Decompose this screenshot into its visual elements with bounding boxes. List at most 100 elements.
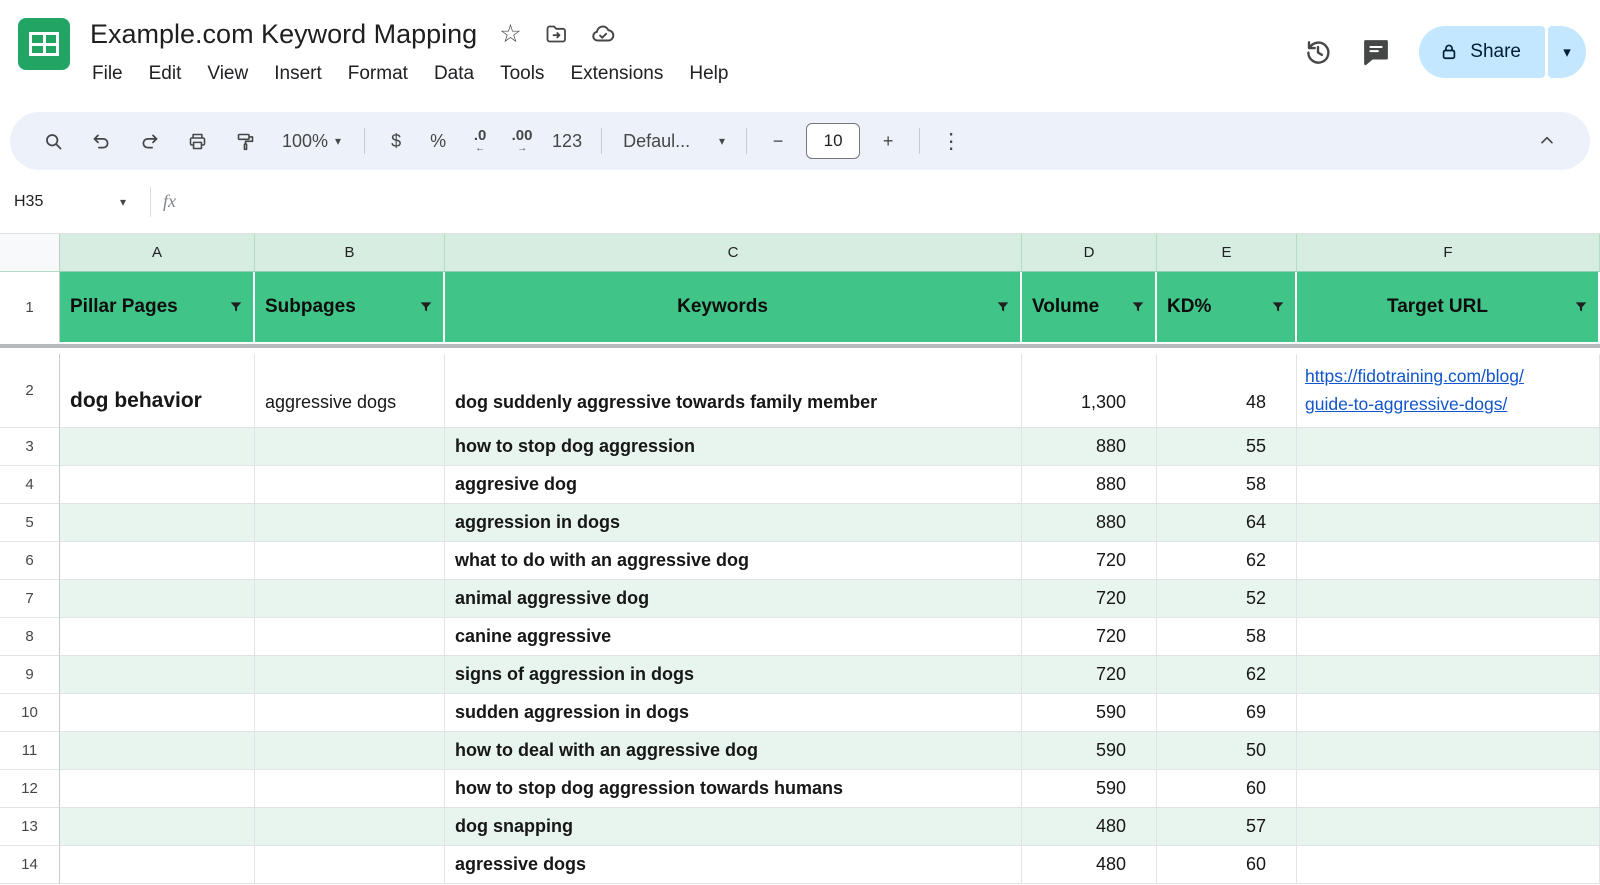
cell-target-url[interactable] xyxy=(1297,732,1600,770)
move-folder-icon[interactable] xyxy=(544,22,568,46)
cell-target-url[interactable] xyxy=(1297,808,1600,846)
row-number[interactable]: 13 xyxy=(0,808,60,846)
filter-header-keywords[interactable]: Keywords xyxy=(445,272,1022,342)
cell-pillar-pages[interactable] xyxy=(60,694,255,732)
cell-subpages[interactable] xyxy=(255,580,445,618)
cell-target-url[interactable] xyxy=(1297,580,1600,618)
filter-header-subpages[interactable]: Subpages xyxy=(255,272,445,342)
filter-icon[interactable] xyxy=(1573,299,1589,315)
cell-subpages[interactable] xyxy=(255,542,445,580)
cell-pillar-pages[interactable] xyxy=(60,466,255,504)
increase-decimal-button[interactable]: .00 → xyxy=(502,119,542,163)
cell-target-url[interactable] xyxy=(1297,618,1600,656)
cell-keyword[interactable]: aggression in dogs xyxy=(445,504,1022,542)
decrease-font-size-button[interactable]: − xyxy=(758,119,798,163)
cell-pillar-pages[interactable] xyxy=(60,428,255,466)
cell-pillar-pages[interactable] xyxy=(60,504,255,542)
cell-subpages[interactable] xyxy=(255,428,445,466)
menu-extensions[interactable]: Extensions xyxy=(557,60,676,88)
cell-kd[interactable]: 57 xyxy=(1157,808,1297,846)
cell-target-url[interactable] xyxy=(1297,466,1600,504)
collapse-toolbar-icon[interactable] xyxy=(1524,119,1570,163)
cloud-saved-icon[interactable] xyxy=(590,21,616,47)
column-header-c[interactable]: C xyxy=(445,234,1022,272)
cell-pillar-pages[interactable] xyxy=(60,732,255,770)
filter-icon[interactable] xyxy=(228,299,244,315)
menu-file[interactable]: File xyxy=(90,60,136,88)
cell-volume[interactable]: 720 xyxy=(1022,618,1157,656)
filter-icon[interactable] xyxy=(418,299,434,315)
cell-volume[interactable]: 880 xyxy=(1022,504,1157,542)
row-number[interactable]: 9 xyxy=(0,656,60,694)
cell-subpages[interactable] xyxy=(255,770,445,808)
cell-subpages[interactable]: aggressive dogs xyxy=(255,354,445,428)
cell-keyword[interactable]: dog snapping xyxy=(445,808,1022,846)
cell-target-url[interactable] xyxy=(1297,656,1600,694)
share-button[interactable]: Share xyxy=(1419,26,1545,78)
column-header-f[interactable]: F xyxy=(1297,234,1600,272)
cell-pillar-pages[interactable] xyxy=(60,846,255,884)
cell-target-url[interactable] xyxy=(1297,504,1600,542)
row-number[interactable]: 4 xyxy=(0,466,60,504)
paint-format-icon[interactable] xyxy=(222,119,268,163)
cell-kd[interactable]: 60 xyxy=(1157,846,1297,884)
column-header-b[interactable]: B xyxy=(255,234,445,272)
cell-kd[interactable]: 48 xyxy=(1157,354,1297,428)
cell-pillar-pages[interactable] xyxy=(60,580,255,618)
cell-target-url[interactable] xyxy=(1297,428,1600,466)
cell-keyword[interactable]: aggresive dog xyxy=(445,466,1022,504)
cell-kd[interactable]: 69 xyxy=(1157,694,1297,732)
cell-keyword[interactable]: signs of aggression in dogs xyxy=(445,656,1022,694)
row-number[interactable]: 3 xyxy=(0,428,60,466)
cell-name-box[interactable]: H35 ▾ xyxy=(10,193,138,211)
menu-tools[interactable]: Tools xyxy=(487,60,557,88)
cell-subpages[interactable] xyxy=(255,466,445,504)
cell-target-url[interactable] xyxy=(1297,542,1600,580)
cell-pillar-pages[interactable] xyxy=(60,542,255,580)
row-number[interactable]: 7 xyxy=(0,580,60,618)
font-size-input[interactable]: 10 xyxy=(806,123,860,159)
filter-header-pillar-pages[interactable]: Pillar Pages xyxy=(60,272,255,342)
cell-kd[interactable]: 50 xyxy=(1157,732,1297,770)
row-number[interactable]: 1 xyxy=(0,272,60,342)
version-history-icon[interactable] xyxy=(1303,37,1333,67)
row-number[interactable]: 10 xyxy=(0,694,60,732)
filter-header-volume[interactable]: Volume xyxy=(1022,272,1157,342)
cell-keyword[interactable]: dog suddenly aggressive towards family m… xyxy=(445,354,1022,428)
cell-subpages[interactable] xyxy=(255,846,445,884)
menu-edit[interactable]: Edit xyxy=(136,60,195,88)
frozen-row-divider[interactable] xyxy=(0,342,1600,354)
filter-icon[interactable] xyxy=(1270,299,1286,315)
cell-subpages[interactable] xyxy=(255,618,445,656)
share-dropdown-button[interactable]: ▾ xyxy=(1548,26,1586,78)
column-header-a[interactable]: A xyxy=(60,234,255,272)
row-number[interactable]: 5 xyxy=(0,504,60,542)
cell-kd[interactable]: 64 xyxy=(1157,504,1297,542)
cell-kd[interactable]: 55 xyxy=(1157,428,1297,466)
filter-icon[interactable] xyxy=(1130,299,1146,315)
row-number[interactable]: 2 xyxy=(0,354,60,428)
menu-format[interactable]: Format xyxy=(335,60,421,88)
select-all-corner[interactable] xyxy=(0,234,60,272)
cell-keyword[interactable]: agressive dogs xyxy=(445,846,1022,884)
cell-keyword[interactable]: canine aggressive xyxy=(445,618,1022,656)
doc-title[interactable]: Example.com Keyword Mapping xyxy=(90,19,477,50)
cell-kd[interactable]: 52 xyxy=(1157,580,1297,618)
row-number[interactable]: 6 xyxy=(0,542,60,580)
cell-volume[interactable]: 720 xyxy=(1022,580,1157,618)
cell-kd[interactable]: 58 xyxy=(1157,466,1297,504)
filter-icon[interactable] xyxy=(995,299,1011,315)
star-icon[interactable]: ☆ xyxy=(499,22,521,47)
cell-pillar-pages[interactable]: dog behavior xyxy=(60,354,255,428)
target-url-link[interactable]: guide-to-aggressive-dogs/ xyxy=(1305,391,1524,418)
filter-header-target-url[interactable]: Target URL xyxy=(1297,272,1600,342)
cell-pillar-pages[interactable] xyxy=(60,808,255,846)
cell-subpages[interactable] xyxy=(255,732,445,770)
cell-subpages[interactable] xyxy=(255,808,445,846)
currency-format-button[interactable]: $ xyxy=(376,119,416,163)
sheets-logo-icon[interactable] xyxy=(18,18,70,70)
number-format-button[interactable]: 123 xyxy=(544,119,590,163)
cell-volume[interactable]: 590 xyxy=(1022,694,1157,732)
decrease-decimal-button[interactable]: .0 ← xyxy=(460,119,500,163)
row-number[interactable]: 11 xyxy=(0,732,60,770)
